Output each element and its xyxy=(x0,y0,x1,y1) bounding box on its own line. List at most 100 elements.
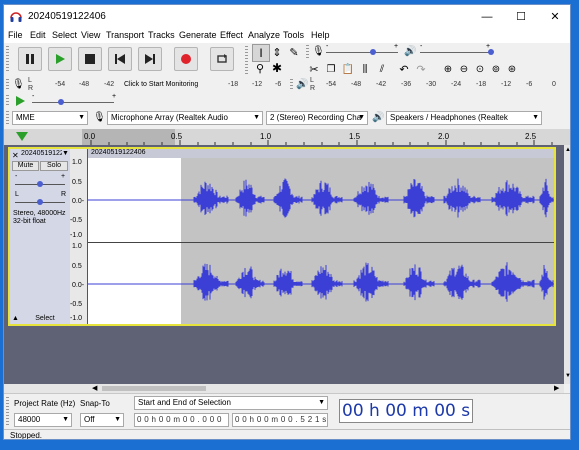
rec-vol-minus: - xyxy=(326,43,329,50)
toolbar-grip[interactable] xyxy=(6,46,9,72)
audio-host-select[interactable]: MME ▼ xyxy=(12,111,88,125)
menu-view[interactable]: View xyxy=(81,30,100,40)
zoom-toggle-button[interactable]: ⊛ xyxy=(504,61,520,77)
zoom-tool-button[interactable]: ⚲ xyxy=(252,60,268,76)
menu-file[interactable]: File xyxy=(8,30,23,40)
pan-slider[interactable] xyxy=(15,199,65,205)
undo-button[interactable]: ↶ xyxy=(396,61,412,77)
menu-transport[interactable]: Transport xyxy=(106,30,144,40)
slider-thumb[interactable] xyxy=(370,49,376,55)
menu-help[interactable]: Help xyxy=(311,30,330,40)
horizontal-scrollbar[interactable]: ◀ ▶ xyxy=(4,384,564,393)
maximize-button[interactable]: ☐ xyxy=(504,5,538,29)
track-name-menu[interactable]: 20240519122406 xyxy=(21,150,68,160)
trim-button[interactable]: ⫼ xyxy=(357,61,373,77)
minimize-button[interactable]: — xyxy=(470,5,504,29)
project-rate-value: 48000 xyxy=(18,415,41,424)
start-monitoring-label[interactable]: Click to Start Monitoring xyxy=(124,81,198,88)
copy-button[interactable]: ❐ xyxy=(323,61,339,77)
zoom-in-button[interactable]: ⊕ xyxy=(440,61,456,77)
play-at-speed-button[interactable] xyxy=(12,93,28,109)
collapse-track-button[interactable]: ▲ xyxy=(12,315,19,322)
loop-button[interactable] xyxy=(210,47,234,71)
close-button[interactable]: ✕ xyxy=(538,5,570,29)
cut-button[interactable]: ✂ xyxy=(306,61,322,77)
menu-analyze[interactable]: Analyze xyxy=(248,30,280,40)
playback-meter[interactable]: -54 -48 -42 -36 -30 -24 -18 -12 -6 0 xyxy=(318,78,564,92)
envelope-icon: ⇕ xyxy=(272,46,282,59)
menu-generate[interactable]: Generate xyxy=(179,30,217,40)
recording-channels-select[interactable]: 2 (Stereo) Recording Cha ▼ xyxy=(266,111,368,125)
play-at-speed-toolbar: - + xyxy=(4,93,122,109)
gain-slider[interactable] xyxy=(15,181,65,187)
audio-position-display[interactable]: 00 h 00 m 00 s xyxy=(339,399,473,423)
fit-selection-button[interactable]: ⊙ xyxy=(472,61,488,77)
play-speed-slider[interactable] xyxy=(32,99,114,105)
menu-select[interactable]: Select xyxy=(52,30,77,40)
record-button[interactable] xyxy=(174,47,198,71)
track-close-button[interactable]: ✕ xyxy=(12,151,19,160)
toolbar-grip[interactable] xyxy=(245,46,248,74)
menu-edit[interactable]: Edit xyxy=(30,30,46,40)
paste-button[interactable]: 📋 xyxy=(340,61,356,77)
menu-tools[interactable]: Tools xyxy=(283,30,304,40)
loop-icon xyxy=(217,54,227,63)
skip-to-end-button[interactable] xyxy=(138,47,162,71)
recording-volume-slider[interactable] xyxy=(326,49,398,55)
selection-start-time[interactable]: 0 0 h 0 0 m 0 0 . 0 0 0 s xyxy=(134,413,229,436)
slider-thumb[interactable] xyxy=(58,99,64,105)
track-bit-depth: 32-bit float xyxy=(13,218,46,225)
skip-to-start-button[interactable] xyxy=(108,47,132,71)
snap-to-select[interactable]: Off ▼ xyxy=(80,413,124,427)
menu-tracks[interactable]: Tracks xyxy=(148,30,175,40)
recording-meter[interactable]: -54 -48 -42 Click to Start Monitoring -1… xyxy=(35,78,283,92)
playback-device-select[interactable]: Speakers / Headphones (Realtek ▼ xyxy=(386,111,542,125)
slider-thumb[interactable] xyxy=(488,49,494,55)
stop-button[interactable] xyxy=(78,47,102,71)
draw-tool-button[interactable]: ✎ xyxy=(286,44,302,60)
selection-mode-select[interactable]: Start and End of Selection ▼ xyxy=(134,396,328,410)
chevron-down-icon: ▼ xyxy=(114,416,121,423)
solo-button[interactable]: Solo xyxy=(40,161,68,171)
select-track-button[interactable]: Select xyxy=(22,314,68,323)
menu-effect[interactable]: Effect xyxy=(220,30,243,40)
toolbar-grip[interactable] xyxy=(306,45,309,59)
toolbar-grip[interactable] xyxy=(6,397,9,427)
toolbar-grip[interactable] xyxy=(6,95,9,107)
play-icon xyxy=(56,54,65,64)
amplitude-ruler[interactable]: 1.0 0.5 0.0- -0.5 -1.0 1.0 0.5 0.0- -0.5… xyxy=(70,149,88,324)
redo-icon: ↷ xyxy=(416,63,426,76)
pause-button[interactable] xyxy=(18,47,42,71)
mute-button[interactable]: Mute xyxy=(12,161,39,171)
recording-device-select[interactable]: Microphone Array (Realtek Audio ▼ xyxy=(107,111,263,125)
toolbar-grip[interactable] xyxy=(290,79,293,91)
fit-project-button[interactable]: ⊚ xyxy=(488,61,504,77)
slider-thumb[interactable] xyxy=(37,181,43,187)
tools-toolbar: I ⇕ ✎ ⚲ ✱ xyxy=(244,43,306,77)
audacity-logo-icon xyxy=(10,12,22,22)
audio-track[interactable]: ✕ 20240519122406 ▼ Mute Solo - + L R Ste… xyxy=(8,147,556,326)
slider-thumb[interactable] xyxy=(37,199,43,205)
waveform-clip[interactable]: 20240519122406 xyxy=(88,149,554,324)
scroll-thumb[interactable] xyxy=(102,386,206,391)
track-menu-arrow-icon[interactable]: ▼ xyxy=(62,150,69,157)
redo-button[interactable]: ↷ xyxy=(413,61,429,77)
scroll-up-icon[interactable]: ▲ xyxy=(565,147,570,153)
scroll-down-icon[interactable]: ▼ xyxy=(565,373,570,379)
envelope-tool-button[interactable]: ⇕ xyxy=(269,44,285,60)
edit-toolbar: ✂ ❐ 📋 ⫼ ⫽ xyxy=(306,61,392,77)
toolbar-grip[interactable] xyxy=(6,79,9,91)
vertical-scrollbar[interactable]: ▲ ▼ xyxy=(564,145,570,384)
timeline-ruler[interactable]: 0.0 0.5 1.0 1.5 2.0 2.5 xyxy=(4,129,570,145)
selection-end-time[interactable]: 0 0 h 0 0 m 0 0 . 5 2 1 s xyxy=(232,413,328,427)
toolbar-grip[interactable] xyxy=(6,111,9,125)
silence-button[interactable]: ⫽ xyxy=(374,61,390,77)
scroll-left-icon[interactable]: ◀ xyxy=(92,384,97,392)
project-rate-select[interactable]: 48000 ▼ xyxy=(14,413,72,427)
scroll-right-icon[interactable]: ▶ xyxy=(554,384,559,392)
multi-tool-button[interactable]: ✱ xyxy=(269,60,285,76)
play-button[interactable] xyxy=(48,47,72,71)
zoom-out-button[interactable]: ⊖ xyxy=(456,61,472,77)
track-control-panel[interactable]: ✕ 20240519122406 ▼ Mute Solo - + L R Ste… xyxy=(10,149,71,324)
playback-volume-slider[interactable] xyxy=(420,49,494,55)
